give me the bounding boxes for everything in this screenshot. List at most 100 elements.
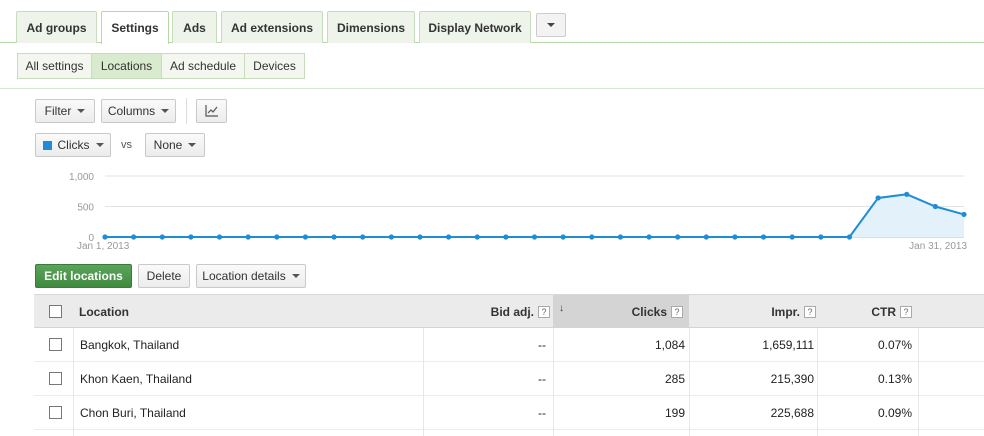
data-point [474,234,480,240]
subtab-ad-schedule[interactable]: Ad schedule [161,53,245,79]
chevron-down-icon [188,143,197,147]
chevron-down-icon [77,109,86,113]
y-tick-label: 1,000 [69,172,94,183]
header-impr[interactable]: Impr. ? [690,295,816,328]
bid-adj-cell[interactable]: -- [424,362,546,395]
header-clicks[interactable]: ↓ Clicks ? [553,295,689,328]
delete-label: Delete [146,269,182,283]
data-point [216,234,223,240]
tab-ad-extensions[interactable]: Ad extensions [221,11,323,43]
data-point [904,191,910,197]
data-point [503,234,509,240]
data-point [703,234,709,240]
data-point [846,234,853,240]
tab-settings[interactable]: Settings [101,11,169,44]
more-tabs-button[interactable] [536,13,566,37]
help-icon[interactable]: ? [538,305,550,318]
row-checkbox[interactable] [49,372,62,385]
settings-subtab-bar: All settings Locations Ad schedule Devic… [0,53,984,89]
table-row: Chon Buri, Thailand -- 199 225,688 0.09% [34,396,984,430]
data-point [617,234,624,240]
row-checkbox[interactable] [49,338,62,351]
line-chart-icon [204,105,218,117]
tab-ad-groups[interactable]: Ad groups [16,11,97,43]
main-tab-bar: Ad groups Settings Ads Ad extensions Dim… [0,0,984,44]
data-point [589,234,595,240]
data-point [131,234,137,240]
chevron-down-icon [547,23,555,27]
column-divider [918,328,919,436]
row-select-cell [49,396,62,429]
data-point [560,234,566,240]
columns-button[interactable]: Columns [101,99,176,123]
row-select-cell [49,362,62,395]
data-point [646,234,652,240]
chevron-down-icon [291,274,300,278]
filter-label: Filter [44,104,72,118]
header-bid-adj[interactable]: Bid adj. ? [424,295,550,328]
select-all-checkbox[interactable] [49,305,62,318]
ctr-cell: 0.13% [877,371,912,386]
location-cell: Khon Kaen, Thailand [80,371,192,386]
bid-adj-cell[interactable]: -- [424,328,546,361]
filter-button[interactable]: Filter [35,99,95,123]
column-divider [73,328,74,436]
location-details-button[interactable]: Location details [196,264,306,288]
ctr-cell: 0.07% [877,337,912,352]
data-point [789,234,795,240]
header-ctr[interactable]: CTR ? [818,295,912,328]
data-point [932,203,938,210]
data-point [159,234,165,240]
location-cell: Chon Buri, Thailand [80,405,186,420]
column-divider [817,328,818,436]
subtab-all-settings[interactable]: All settings [17,53,92,79]
series-line [105,193,965,238]
row-checkbox[interactable] [49,406,62,419]
edit-locations-label: Edit locations [44,269,123,283]
header-location[interactable]: Location [79,295,419,328]
data-point [302,234,309,240]
chevron-down-icon [95,143,104,147]
tab-display-network[interactable]: Display Network [419,11,531,43]
subtab-locations[interactable]: Locations [91,53,162,79]
y-tick-label: 500 [77,203,94,214]
location-details-label: Location details [202,269,286,283]
column-divider [689,328,690,436]
column-divider [553,328,554,436]
help-icon[interactable]: ? [671,305,683,318]
impr-cell: 1,659,111 [762,337,814,352]
edit-locations-button[interactable]: Edit locations [35,264,132,288]
toolbar-divider [186,98,187,124]
data-point [360,234,366,240]
data-point [417,234,423,240]
chevron-down-icon [161,109,170,113]
tab-dimensions[interactable]: Dimensions [327,11,415,43]
primary-metric-select[interactable]: Clicks [35,133,111,157]
performance-chart: 1,0005000Jan 1, 2013 Jan 31, 2013 [69,172,967,252]
chart-toggle-button[interactable] [196,99,227,123]
secondary-metric-select[interactable]: None [145,133,205,157]
subtab-devices[interactable]: Devices [244,53,305,79]
bid-adj-cell[interactable]: -- [424,396,546,429]
data-point [675,234,681,240]
delete-button[interactable]: Delete [138,264,190,288]
select-all-cell [49,295,69,328]
row-select-cell [49,328,62,361]
data-point [274,234,280,240]
series-color-swatch [42,140,52,150]
clicks-cell: 1,084 [654,337,685,352]
location-cell: Bangkok, Thailand [80,337,180,352]
tab-ads[interactable]: Ads [172,11,217,43]
table-row: Khon Kaen, Thailand -- 285 215,390 0.13% [34,362,984,396]
table-header: Location Bid adj. ? ↓ Clicks ? Impr. ? C… [34,294,984,328]
data-point [188,234,194,240]
help-icon[interactable]: ? [900,305,912,318]
help-icon[interactable]: ? [804,305,816,318]
x-start-label: Jan 1, 2013 [77,241,130,252]
data-point [875,195,881,201]
column-divider [423,328,424,436]
data-point [331,234,337,240]
header-location-label: Location [79,304,129,319]
impr-cell: 215,390 [770,371,814,386]
clicks-cell: 285 [664,371,685,386]
